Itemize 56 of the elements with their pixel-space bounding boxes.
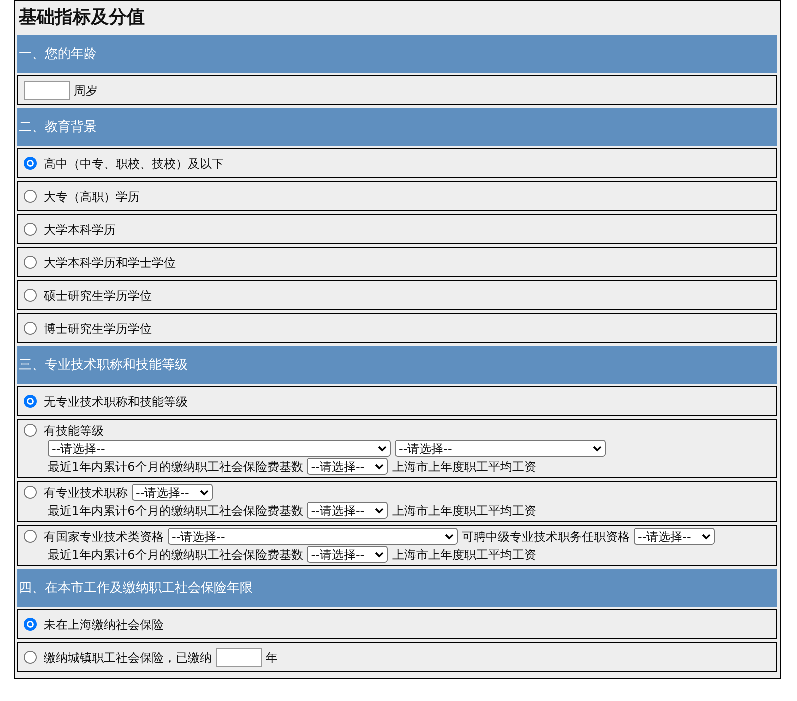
chevron-icon <box>375 552 384 558</box>
label-text: 可聘中级专业技术职务任职资格 <box>462 528 630 544</box>
radio-button[interactable] <box>24 256 37 269</box>
option-label: 无专业技术职称和技能等级 <box>44 394 188 410</box>
section-heading: 四、在本市工作及缴纳职工社会保险年限 <box>17 569 777 607</box>
radio-button[interactable] <box>24 190 37 203</box>
label-text: 最近1年内累计6个月的缴纳职工社会保险费基数 <box>48 458 304 474</box>
chevron-icon <box>378 446 387 452</box>
dropdown[interactable]: --请选择-- <box>634 528 715 545</box>
dropdown[interactable]: --请选择-- <box>48 440 391 457</box>
option-label: 高中（中专、职校、技校）及以下 <box>44 156 224 172</box>
radio-button[interactable] <box>24 486 37 499</box>
form-title: 基础指标及分值 <box>18 6 146 30</box>
radio-button[interactable] <box>24 424 37 437</box>
label-text: 年 <box>266 650 278 666</box>
chevron-icon <box>593 446 602 452</box>
dropdown[interactable]: --请选择-- <box>168 528 458 545</box>
label-text: 上海市上年度职工平均工资 <box>392 502 536 518</box>
section-heading: 一、您的年龄 <box>17 35 777 73</box>
dropdown[interactable]: --请选择-- <box>395 440 606 457</box>
radio-button[interactable] <box>24 530 37 543</box>
input-field[interactable] <box>216 648 262 667</box>
chevron-icon <box>200 490 209 496</box>
option-label: 有国家专业技术类资格 <box>44 528 164 544</box>
chevron-icon <box>702 534 711 540</box>
option-label: 有专业技术职称 <box>44 484 128 500</box>
radio-button[interactable] <box>24 651 37 664</box>
label-text: 最近1年内累计6个月的缴纳职工社会保险费基数 <box>48 546 304 562</box>
option-label: 硕士研究生学历学位 <box>44 288 152 304</box>
option-label: 博士研究生学历学位 <box>44 320 152 336</box>
section-heading: 三、专业技术职称和技能等级 <box>17 346 777 384</box>
label-text: 上海市上年度职工平均工资 <box>392 546 536 562</box>
chevron-icon <box>445 534 454 540</box>
label-text: 最近1年内累计6个月的缴纳职工社会保险费基数 <box>48 502 304 518</box>
dropdown[interactable]: --请选择-- <box>307 546 388 563</box>
option-label: 大学本科学历 <box>44 222 116 238</box>
dropdown[interactable]: --请选择-- <box>307 458 388 475</box>
input-field[interactable] <box>24 81 70 100</box>
option-label: 大专（高职）学历 <box>44 188 140 204</box>
dropdown[interactable]: --请选择-- <box>307 502 388 519</box>
option-label: 大学本科学历和学士学位 <box>44 254 176 270</box>
radio-button[interactable] <box>24 223 37 236</box>
chevron-icon <box>375 508 384 514</box>
radio-button[interactable] <box>24 618 37 631</box>
radio-button[interactable] <box>24 395 37 408</box>
label-text: 上海市上年度职工平均工资 <box>392 458 536 474</box>
radio-button[interactable] <box>24 289 37 302</box>
radio-button[interactable] <box>24 157 37 170</box>
radio-button[interactable] <box>24 322 37 335</box>
option-label: 缴纳城镇职工社会保险，已缴纳 <box>44 650 212 666</box>
chevron-icon <box>375 464 384 470</box>
dropdown[interactable]: --请选择-- <box>132 484 213 501</box>
option-label: 未在上海缴纳社会保险 <box>44 616 164 632</box>
option-label: 有技能等级 <box>44 422 104 438</box>
label-text: 周岁 <box>74 82 98 98</box>
section-heading: 二、教育背景 <box>17 108 777 146</box>
